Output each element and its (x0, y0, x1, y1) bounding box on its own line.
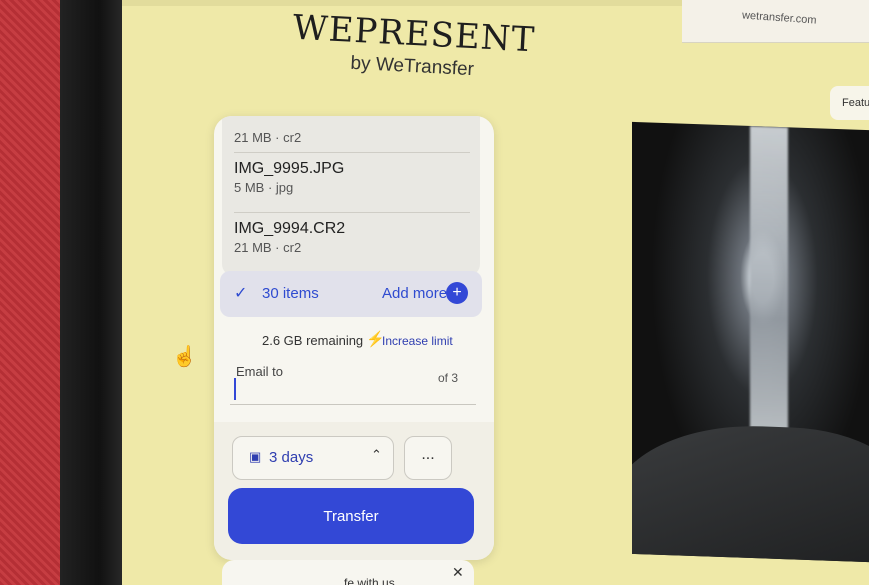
file-name: IMG_9995.JPG (234, 160, 345, 177)
storage-remaining: 2.6 GB remaining (262, 333, 364, 348)
rock-foreground (632, 421, 869, 563)
brand-logo[interactable]: WEPRESENT by WeTransfer (290, 8, 536, 85)
hand-pointer-icon: ☝ (172, 346, 197, 368)
laptop-bezel (60, 0, 125, 585)
chevron-up-icon: ⌃ (371, 447, 382, 462)
close-icon[interactable]: ✕ (452, 564, 464, 581)
items-summary-bar[interactable]: ✓ 30 items Add more + (220, 271, 482, 317)
file-item[interactable]: IMG_9995.JPG 5 MB · jpg (234, 160, 470, 213)
email-input[interactable] (234, 378, 460, 400)
items-count: 30 items (262, 285, 319, 302)
features-button[interactable]: Feature (830, 86, 869, 120)
transfer-panel: 21 MB · cr2 IMG_9995.JPG 5 MB · jpg IMG_… (214, 116, 494, 560)
more-options-button[interactable]: ... (404, 436, 452, 480)
toast-text: fe with us (344, 576, 395, 585)
waterfall-stream (750, 125, 788, 448)
increase-limit-link[interactable]: Increase limit (382, 334, 453, 348)
file-name: IMG_9994.CR2 (234, 220, 346, 237)
expiry-select[interactable]: ▣ 3 days ⌃ (232, 436, 394, 480)
file-item[interactable]: IMG_9994.CR2 21 MB · cr2 (234, 220, 470, 266)
waterfall-photo (632, 121, 869, 563)
expiry-value: 3 days (269, 449, 314, 466)
transfer-controls: ▣ 3 days ⌃ ... Transfer (214, 422, 494, 560)
transfer-button[interactable]: Transfer (228, 488, 474, 544)
email-underline (230, 404, 476, 405)
file-list[interactable]: 21 MB · cr2 IMG_9995.JPG 5 MB · jpg IMG_… (222, 116, 480, 276)
add-more-label[interactable]: Add more (382, 285, 447, 302)
calendar-icon: ▣ (249, 449, 262, 464)
address-bar[interactable]: wetransfer.com (682, 0, 869, 43)
email-count: of 3 (438, 371, 459, 385)
bottom-toast: fe with us ✕ (222, 560, 474, 585)
check-icon: ✓ (234, 285, 248, 302)
file-item[interactable]: 21 MB · cr2 (234, 116, 470, 153)
file-meta: 5 MB · jpg (234, 180, 294, 195)
url-text: wetransfer.com (741, 9, 817, 27)
email-label: Email to (236, 364, 283, 379)
file-meta: 21 MB · cr2 (234, 130, 302, 145)
file-meta: 21 MB · cr2 (234, 240, 302, 255)
browser-viewport: wetransfer.com WEPRESENT by WeTransfer F… (122, 0, 869, 585)
plus-icon[interactable]: + (446, 282, 468, 304)
